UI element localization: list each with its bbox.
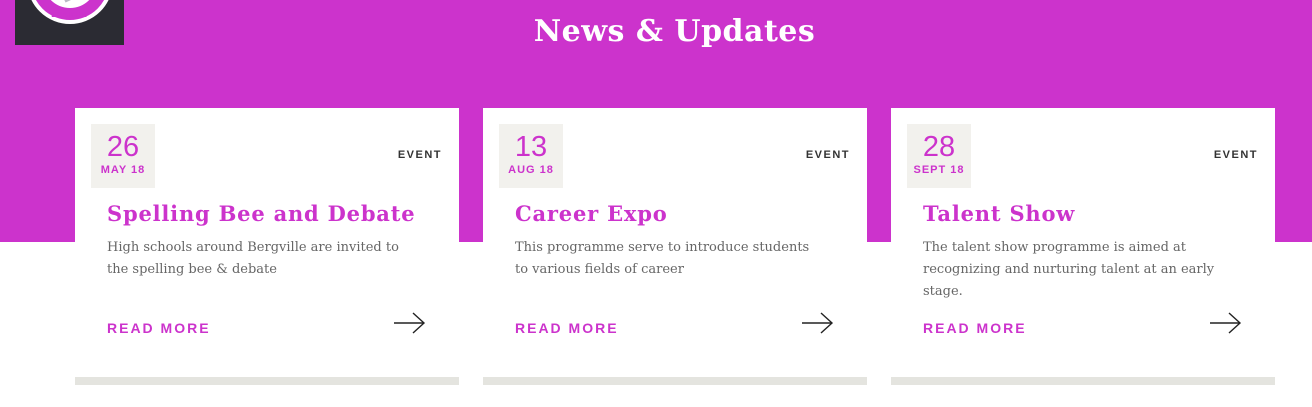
arrow-right-icon[interactable] <box>1209 311 1243 335</box>
news-card: 26 MAY 18 EVENT Spelling Bee and Debate … <box>75 108 459 385</box>
date-badge: 28 SEPT 18 <box>907 124 971 188</box>
date-badge: 13 AUG 18 <box>499 124 563 188</box>
news-card: 28 SEPT 18 EVENT Talent Show The talent … <box>891 108 1275 385</box>
read-more-link[interactable]: READ MORE <box>107 320 211 336</box>
category-tag: EVENT <box>1213 149 1258 161</box>
arrow-right-icon[interactable] <box>393 311 427 335</box>
date-badge: 26 MAY 18 <box>91 124 155 188</box>
section-title: News & Updates <box>533 14 816 49</box>
date-month: SEPT 18 <box>913 164 965 176</box>
date-month: MAY 18 <box>100 164 146 176</box>
category-tag: EVENT <box>397 149 442 161</box>
date-day: 13 <box>514 131 548 163</box>
arrow-right-icon[interactable] <box>801 311 835 335</box>
card-footer-bar <box>891 377 1275 385</box>
logo-emblem <box>43 0 97 8</box>
read-more-link[interactable]: READ MORE <box>923 320 1027 336</box>
card-footer-bar <box>483 377 867 385</box>
card-title[interactable]: Spelling Bee and Debate <box>107 201 415 226</box>
card-description: The talent show programme is aimed at re… <box>923 240 1215 299</box>
category-tag: EVENT <box>805 149 850 161</box>
card-description: High schools around Bergville are invite… <box>107 240 399 277</box>
card-description: This programme serve to introduce studen… <box>515 240 810 277</box>
read-more-link[interactable]: READ MORE <box>515 320 619 336</box>
news-card: 13 AUG 18 EVENT Career Expo This program… <box>483 108 867 385</box>
date-day: 28 <box>922 131 956 163</box>
date-day: 26 <box>106 131 140 163</box>
card-title[interactable]: Talent Show <box>923 201 1075 226</box>
card-footer-bar <box>75 377 459 385</box>
card-title[interactable]: Career Expo <box>515 201 668 226</box>
date-month: AUG 18 <box>508 164 554 176</box>
